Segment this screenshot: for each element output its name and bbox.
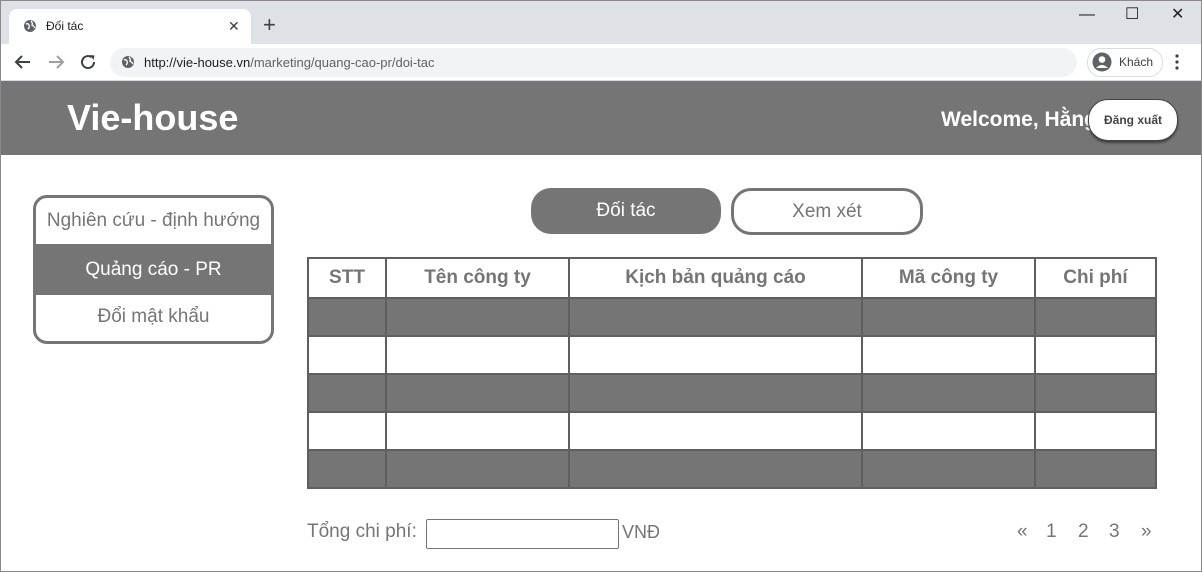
column-header-stt: STT [307, 257, 387, 299]
url-host: http://vie-house.vn [144, 55, 251, 70]
sidebar-item-change-password[interactable]: Đổi mật khẩu [36, 295, 271, 341]
table-cell [861, 297, 1036, 337]
url-path: /marketing/quang-cao-pr/doi-tac [250, 55, 435, 70]
browser-toolbar: http://vie-house.vn/marketing/quang-cao-… [1, 44, 1201, 81]
column-header-company-code: Mã công ty [861, 257, 1036, 299]
table-row[interactable] [307, 373, 1157, 413]
tab-title: Đối tác [46, 19, 84, 33]
table-cell [861, 335, 1036, 375]
back-arrow-icon[interactable] [14, 53, 32, 76]
table-cell [1034, 335, 1157, 375]
tab-close-icon[interactable]: ✕ [228, 19, 240, 33]
table-cell [568, 373, 863, 413]
forward-arrow-icon[interactable] [47, 53, 65, 76]
site-info-icon[interactable] [121, 55, 135, 74]
pagination-next[interactable]: » [1141, 521, 1152, 543]
table-row[interactable] [307, 297, 1157, 337]
table-row[interactable] [307, 411, 1157, 451]
site-header: Vie-house Welcome, Hằng Đăng xuất [1, 81, 1201, 155]
table-cell [385, 411, 570, 451]
tab-review[interactable]: Xem xét [731, 188, 923, 235]
table-cell [568, 335, 863, 375]
table-cell [307, 373, 387, 413]
column-header-company-name: Tên công ty [385, 257, 570, 299]
table-row[interactable] [307, 335, 1157, 375]
address-bar[interactable]: http://vie-house.vn/marketing/quang-cao-… [110, 48, 1077, 77]
table-cell [1034, 297, 1157, 337]
column-header-ad-script: Kịch bản quảng cáo [568, 257, 863, 299]
pagination-page-2[interactable]: 2 [1078, 521, 1089, 543]
sidebar-item-research[interactable]: Nghiên cứu - định hướng [36, 198, 271, 244]
table-cell [307, 411, 387, 451]
currency-label: VNĐ [622, 522, 661, 542]
table-cell [861, 373, 1036, 413]
profile-button[interactable]: Khách [1087, 48, 1163, 77]
table-header-row: STT Tên công ty Kịch bản quảng cáo Mã cô… [307, 257, 1157, 299]
column-header-cost: Chi phí [1034, 257, 1157, 299]
sidebar-item-advertising-pr[interactable]: Quảng cáo - PR [36, 244, 271, 295]
table-cell [861, 411, 1036, 451]
pagination-page-3[interactable]: 3 [1109, 521, 1120, 543]
maximize-button[interactable]: ☐ [1125, 7, 1139, 23]
table-cell [1034, 373, 1157, 413]
table-cell [307, 297, 387, 337]
profile-label: Khách [1119, 55, 1154, 69]
pagination-page-1[interactable]: 1 [1046, 521, 1057, 543]
total-cost-label: Tổng chi phí: [307, 521, 417, 542]
table-cell [307, 449, 387, 489]
total-cost-input[interactable] [426, 519, 619, 549]
table-row[interactable] [307, 449, 1157, 489]
minimize-button[interactable]: — [1079, 7, 1095, 23]
partners-table: STT Tên công ty Kịch bản quảng cáo Mã cô… [307, 257, 1157, 489]
table-cell [1034, 411, 1157, 451]
sidebar-menu: Nghiên cứu - định hướng Quảng cáo - PR Đ… [33, 195, 274, 344]
logout-button[interactable]: Đăng xuất [1088, 99, 1178, 141]
pagination-prev[interactable]: « [1017, 521, 1028, 543]
browser-window: Đối tác ✕ + — ☐ ✕ http://vie-house.vn/ma… [0, 0, 1202, 572]
globe-icon [23, 19, 37, 38]
table-cell [568, 449, 863, 489]
reload-icon[interactable] [79, 53, 97, 76]
table-cell [307, 335, 387, 375]
brand-logo[interactable]: Vie-house [67, 97, 238, 139]
browser-tab[interactable]: Đối tác ✕ [9, 9, 251, 44]
table-cell [385, 449, 570, 489]
table-cell [568, 297, 863, 337]
window-close-button[interactable]: ✕ [1171, 7, 1184, 23]
new-tab-button[interactable]: + [263, 14, 276, 36]
table-cell [1034, 449, 1157, 489]
welcome-text: Welcome, Hằng [941, 108, 1097, 131]
more-menu-icon[interactable] [1174, 53, 1180, 76]
table-cell [861, 449, 1036, 489]
account-icon [1092, 52, 1112, 77]
table-cell [385, 297, 570, 337]
table-cell [385, 335, 570, 375]
tab-strip: Đối tác ✕ + — ☐ ✕ [1, 1, 1201, 44]
table-cell [385, 373, 570, 413]
url-text: http://vie-house.vn/marketing/quang-cao-… [144, 55, 435, 70]
table-cell [568, 411, 863, 451]
tab-partners[interactable]: Đối tác [531, 188, 721, 234]
